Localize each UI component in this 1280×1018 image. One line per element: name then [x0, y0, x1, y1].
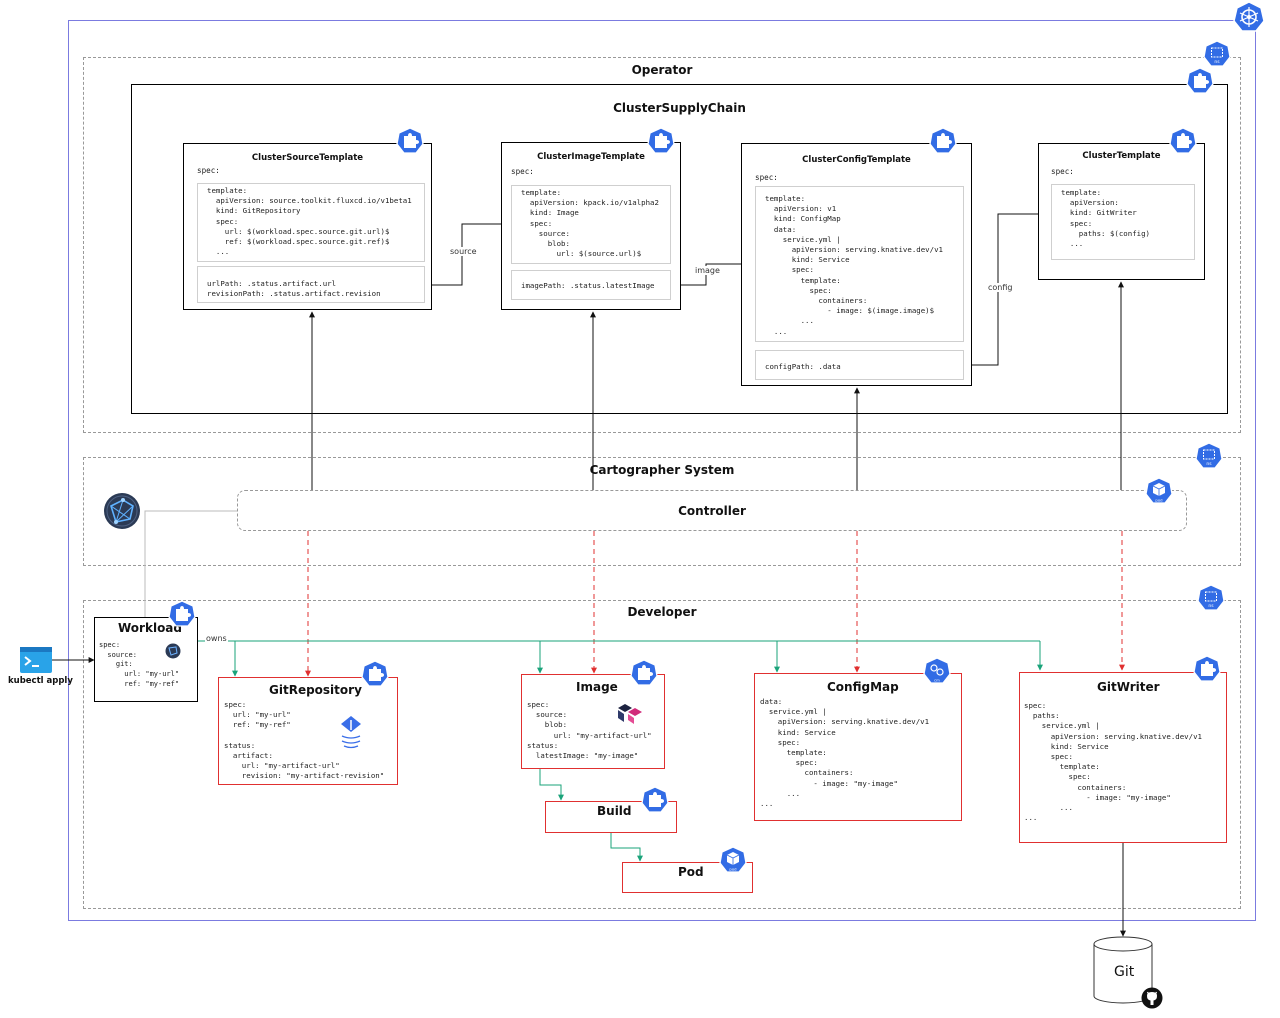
svg-text:cm: cm	[934, 678, 940, 683]
crd-icon: cr	[1186, 67, 1214, 94]
github-icon	[1141, 987, 1163, 1009]
svg-text:ns: ns	[1208, 604, 1214, 609]
gitwriter-resource: GitWriter spec: paths: service.yml | api…	[1019, 672, 1227, 843]
template-spec: spec:	[1051, 167, 1074, 176]
configmap-icon: cm	[923, 657, 951, 684]
template-title: ClusterConfigTemplate	[802, 155, 911, 165]
svg-text:cr: cr	[373, 681, 377, 686]
pod-icon: pod	[719, 846, 747, 873]
crd-icon: cr	[929, 127, 957, 154]
build-to-pod	[610, 833, 643, 862]
svg-text:pod: pod	[1155, 498, 1163, 503]
cluster-image-template: ClusterImageTemplate spec: template: api…	[501, 142, 681, 310]
crd-icon: cr	[168, 600, 196, 627]
template-body: template: apiVersion: kpack.io/v1alpha2 …	[511, 185, 671, 264]
image-edge-label: image	[694, 266, 721, 275]
crd-icon: cr	[396, 127, 424, 154]
svg-text:pod: pod	[729, 867, 737, 872]
svg-text:cr: cr	[1205, 676, 1209, 681]
template-spec: spec:	[197, 166, 220, 175]
cluster-template: ClusterTemplate spec: template: apiVersi…	[1038, 143, 1205, 280]
svg-text:cr: cr	[941, 148, 945, 153]
svg-text:ns: ns	[1206, 462, 1212, 467]
template-paths: imagePath: .status.latestImage	[511, 270, 671, 300]
template-title: ClusterSourceTemplate	[251, 153, 364, 163]
terminal-icon	[20, 647, 52, 673]
resource-title: GitRepository	[269, 683, 362, 697]
template-body: template: apiVersion: v1 kind: ConfigMap…	[755, 186, 964, 342]
workload-resource: Workload spec: source: git: url: "my-url…	[94, 617, 198, 702]
image-to-build	[539, 769, 564, 801]
svg-text:cr: cr	[659, 148, 663, 153]
kubernetes-cluster-icon	[1233, 1, 1265, 32]
kubectl-label: kubectl apply	[8, 676, 73, 686]
owns-edge-label: owns	[205, 634, 228, 643]
image-resource: Image spec: source: blob: url: "my-artif…	[521, 674, 665, 769]
svg-text:cr: cr	[1198, 88, 1202, 93]
template-body: template: apiVersion: kind: GitWriter sp…	[1051, 184, 1195, 260]
resource-title: ConfigMap	[827, 680, 899, 694]
svg-text:cr: cr	[1181, 148, 1185, 153]
cluster-source-template: ClusterSourceTemplate spec: template: ap…	[183, 143, 432, 310]
gitrepository-resource: GitRepository spec: url: "my-url" ref: "…	[218, 677, 398, 785]
namespace-icon: ns	[1197, 584, 1225, 611]
namespace-icon: ns	[1195, 442, 1223, 469]
kpack-icon	[618, 704, 642, 724]
namespace-icon: ns	[1203, 40, 1231, 67]
svg-text:ns: ns	[1214, 60, 1220, 65]
crd-icon: cr	[361, 660, 389, 687]
crd-icon: cr	[1169, 127, 1197, 154]
svg-text:cr: cr	[642, 680, 646, 685]
template-body: template: apiVersion: source.toolkit.flu…	[197, 183, 425, 262]
resource-title: Build	[597, 804, 632, 818]
crd-icon: cr	[641, 786, 669, 813]
svg-text:cr: cr	[408, 148, 412, 153]
pod-icon: pod	[1145, 477, 1173, 504]
resource-body: data: service.yml | apiVersion: serving.…	[760, 697, 930, 809]
configmap-resource: ConfigMap data: service.yml | apiVersion…	[754, 673, 962, 821]
resource-title: Image	[576, 680, 618, 694]
git-label: Git	[1114, 964, 1135, 980]
cartographer-icon	[104, 493, 140, 529]
svg-text:cr: cr	[653, 807, 657, 812]
resource-body: spec: paths: service.yml | apiVersion: s…	[1024, 701, 1202, 823]
template-paths: configPath: .data	[755, 350, 964, 380]
crd-icon: cr	[630, 659, 658, 686]
resource-title: Pod	[678, 865, 704, 879]
template-paths: urlPath: .status.artifact.url revisionPa…	[197, 266, 425, 303]
cartographer-mini-icon	[165, 643, 181, 659]
cluster-config-template: ClusterConfigTemplate spec: template: ap…	[741, 143, 972, 386]
crd-icon: cr	[1193, 655, 1221, 682]
svg-text:cr: cr	[180, 621, 184, 626]
config-edge-label: config	[987, 283, 1014, 292]
template-spec: spec:	[755, 173, 778, 182]
flux-icon	[341, 716, 361, 749]
crd-icon: cr	[647, 127, 675, 154]
template-spec: spec:	[511, 167, 534, 176]
resource-title: GitWriter	[1097, 680, 1160, 694]
source-edge-label: source	[449, 247, 478, 256]
